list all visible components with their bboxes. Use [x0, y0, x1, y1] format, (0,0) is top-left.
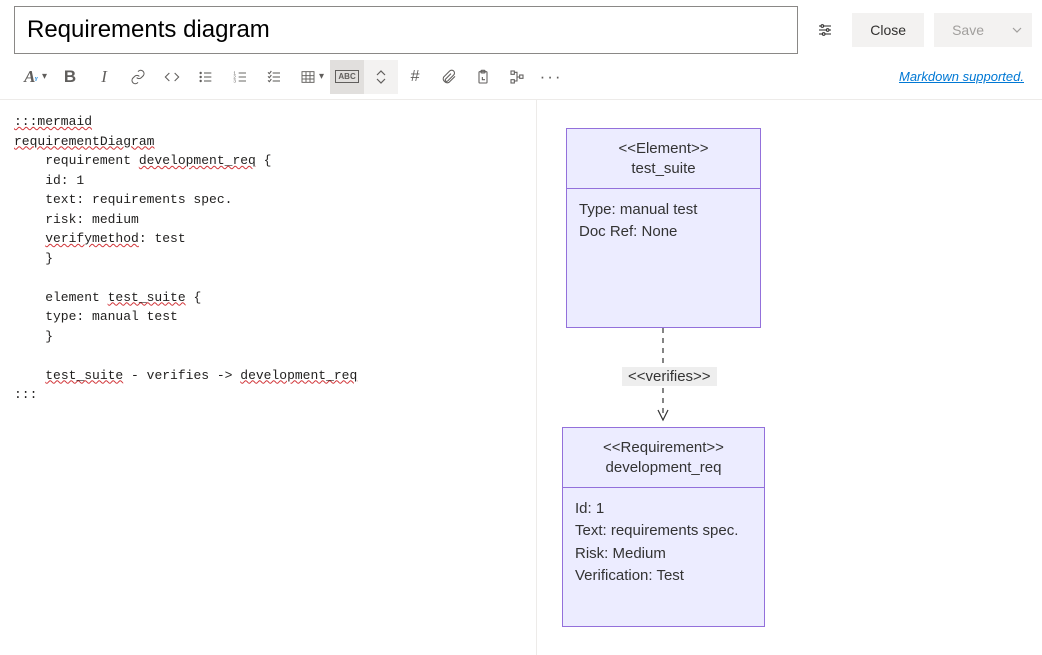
- editor-preview-panes: :::mermaid requirementDiagram requiremen…: [0, 100, 1042, 655]
- requirement-risk: Risk: Medium: [575, 543, 752, 566]
- markdown-editor[interactable]: :::mermaid requirementDiagram requiremen…: [0, 100, 537, 655]
- element-docref: Doc Ref: None: [579, 221, 748, 244]
- numbered-list-button[interactable]: 123: [223, 60, 257, 94]
- diagram-requirement-node: <<Requirement>> development_req Id: 1 Te…: [562, 427, 765, 627]
- markdown-supported-link[interactable]: Markdown supported.: [899, 69, 1024, 84]
- requirement-verify: Verification: Test: [575, 565, 752, 588]
- svg-text:3: 3: [233, 78, 236, 83]
- title-input[interactable]: [14, 6, 798, 54]
- work-item-link-button[interactable]: [500, 60, 534, 94]
- requirement-node-header: <<Requirement>> development_req: [563, 428, 764, 488]
- code-button[interactable]: [155, 60, 189, 94]
- requirement-stereotype: <<Requirement>>: [575, 438, 752, 458]
- text-highlight-picker[interactable]: [364, 60, 398, 94]
- requirement-node-body: Id: 1 Text: requirements spec. Risk: Med…: [563, 488, 764, 598]
- clipboard-button[interactable]: [466, 60, 500, 94]
- requirement-name: development_req: [575, 458, 752, 478]
- close-button[interactable]: Close: [852, 13, 924, 47]
- link-button[interactable]: [121, 60, 155, 94]
- more-actions-button[interactable]: ···: [534, 60, 568, 94]
- element-node-header: <<Element>> test_suite: [567, 129, 760, 189]
- diagram-edge-label: <<verifies>>: [622, 367, 717, 386]
- table-dropdown[interactable]: ▾: [319, 71, 330, 82]
- toolbar: Aᵧ ▾ B I 123 ▾ ABC #: [0, 60, 1042, 100]
- diagram-element-node: <<Element>> test_suite Type: manual test…: [566, 128, 761, 328]
- element-stereotype: <<Element>>: [579, 139, 748, 159]
- font-format-dropdown[interactable]: ▾: [42, 71, 53, 82]
- bullet-list-button[interactable]: [189, 60, 223, 94]
- mention-button[interactable]: #: [398, 60, 432, 94]
- text-highlight-button[interactable]: ABC: [330, 60, 364, 94]
- element-type: Type: manual test: [579, 199, 748, 222]
- italic-button[interactable]: I: [87, 60, 121, 94]
- settings-icon[interactable]: [808, 13, 842, 47]
- bold-button[interactable]: B: [53, 60, 87, 94]
- attachment-button[interactable]: [432, 60, 466, 94]
- diagram-preview: <<Element>> test_suite Type: manual test…: [537, 100, 1042, 655]
- element-node-body: Type: manual test Doc Ref: None: [567, 189, 760, 267]
- save-dropdown-button[interactable]: [1002, 13, 1032, 47]
- save-button[interactable]: Save: [934, 13, 1002, 47]
- header-bar: Close Save: [0, 0, 1042, 60]
- requirement-text: Text: requirements spec.: [575, 520, 752, 543]
- checklist-button[interactable]: [257, 60, 291, 94]
- requirement-id: Id: 1: [575, 498, 752, 521]
- element-name: test_suite: [579, 159, 748, 179]
